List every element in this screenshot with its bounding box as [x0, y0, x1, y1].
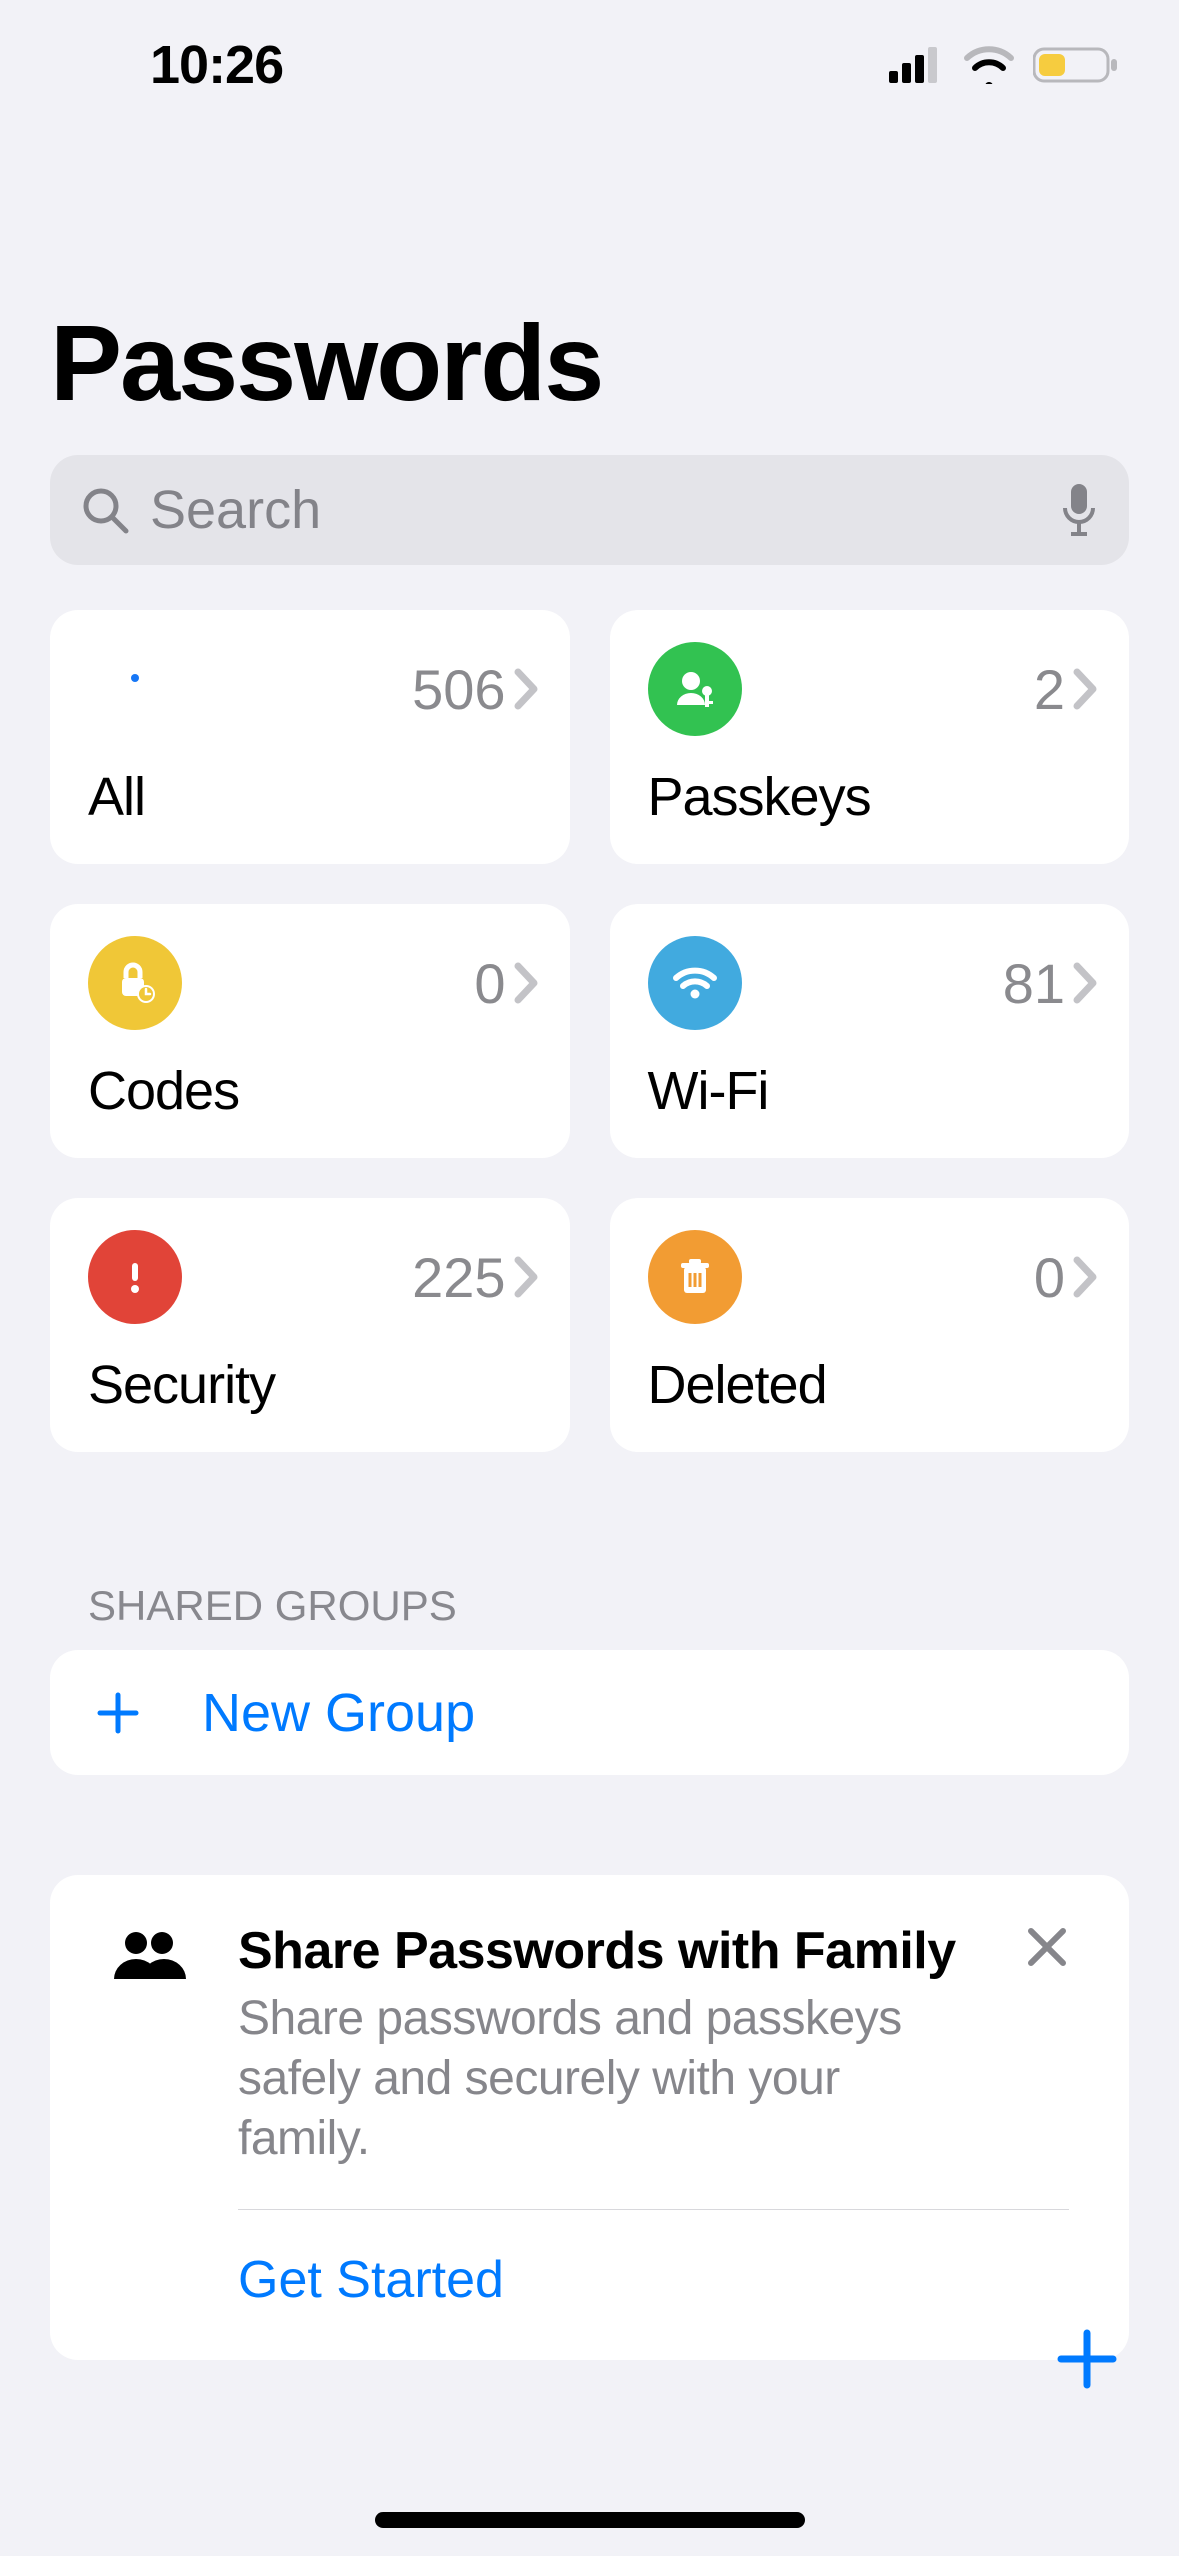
wifi-icon — [963, 46, 1015, 84]
chevron-right-icon — [514, 668, 540, 710]
person-key-icon — [648, 642, 742, 736]
plus-icon — [1055, 2327, 1119, 2391]
lock-clock-icon — [88, 936, 182, 1030]
search-icon — [80, 485, 130, 535]
chevron-right-icon — [514, 1256, 540, 1298]
promo-title: Share Passwords with Family — [238, 1921, 977, 1981]
chevron-right-icon — [514, 962, 540, 1004]
card-label: Deleted — [648, 1354, 1100, 1416]
promo-subtitle: Share passwords and passkeys safely and … — [238, 1989, 977, 2169]
card-label: Security — [88, 1354, 540, 1416]
new-group-label: New Group — [202, 1682, 475, 1744]
card-label: Passkeys — [648, 766, 1100, 828]
add-button[interactable] — [1055, 2327, 1119, 2396]
microphone-icon[interactable] — [1059, 482, 1099, 538]
status-bar: 10:26 — [0, 0, 1179, 130]
new-group-button[interactable]: New Group — [50, 1650, 1129, 1775]
divider — [238, 2209, 1069, 2210]
card-count: 506 — [412, 657, 505, 722]
search-placeholder: Search — [150, 479, 1039, 541]
card-label: Wi-Fi — [648, 1060, 1100, 1122]
status-time: 10:26 — [150, 34, 283, 96]
status-indicators — [889, 46, 1119, 84]
card-count: 225 — [412, 1245, 505, 1310]
card-passkeys[interactable]: 2 Passkeys — [610, 610, 1130, 864]
page-title: Passwords — [50, 300, 1129, 425]
home-indicator[interactable] — [375, 2512, 805, 2528]
trash-icon — [648, 1230, 742, 1324]
cellular-icon — [889, 47, 945, 83]
close-icon — [1025, 1925, 1069, 1969]
chevron-right-icon — [1073, 668, 1099, 710]
people-icon — [110, 1921, 190, 2169]
exclamation-icon — [88, 1230, 182, 1324]
close-button[interactable] — [1025, 1921, 1069, 2169]
card-count: 81 — [1003, 951, 1065, 1016]
plus-icon — [94, 1689, 142, 1737]
get-started-button[interactable]: Get Started — [238, 2250, 1069, 2310]
card-count: 0 — [474, 951, 505, 1016]
search-input[interactable]: Search — [50, 455, 1129, 565]
card-all[interactable]: 506 All — [50, 610, 570, 864]
section-header-shared-groups: SHARED GROUPS — [50, 1582, 1129, 1650]
wifi-icon — [648, 936, 742, 1030]
card-count: 2 — [1034, 657, 1065, 722]
card-wifi[interactable]: 81 Wi-Fi — [610, 904, 1130, 1158]
card-deleted[interactable]: 0 Deleted — [610, 1198, 1130, 1452]
card-count: 0 — [1034, 1245, 1065, 1310]
card-codes[interactable]: 0 Codes — [50, 904, 570, 1158]
card-label: All — [88, 766, 540, 828]
key-icon — [88, 642, 182, 736]
card-security[interactable]: 225 Security — [50, 1198, 570, 1452]
chevron-right-icon — [1073, 962, 1099, 1004]
card-label: Codes — [88, 1060, 540, 1122]
family-sharing-promo: Share Passwords with Family Share passwo… — [50, 1875, 1129, 2360]
chevron-right-icon — [1073, 1256, 1099, 1298]
battery-icon — [1033, 46, 1119, 84]
